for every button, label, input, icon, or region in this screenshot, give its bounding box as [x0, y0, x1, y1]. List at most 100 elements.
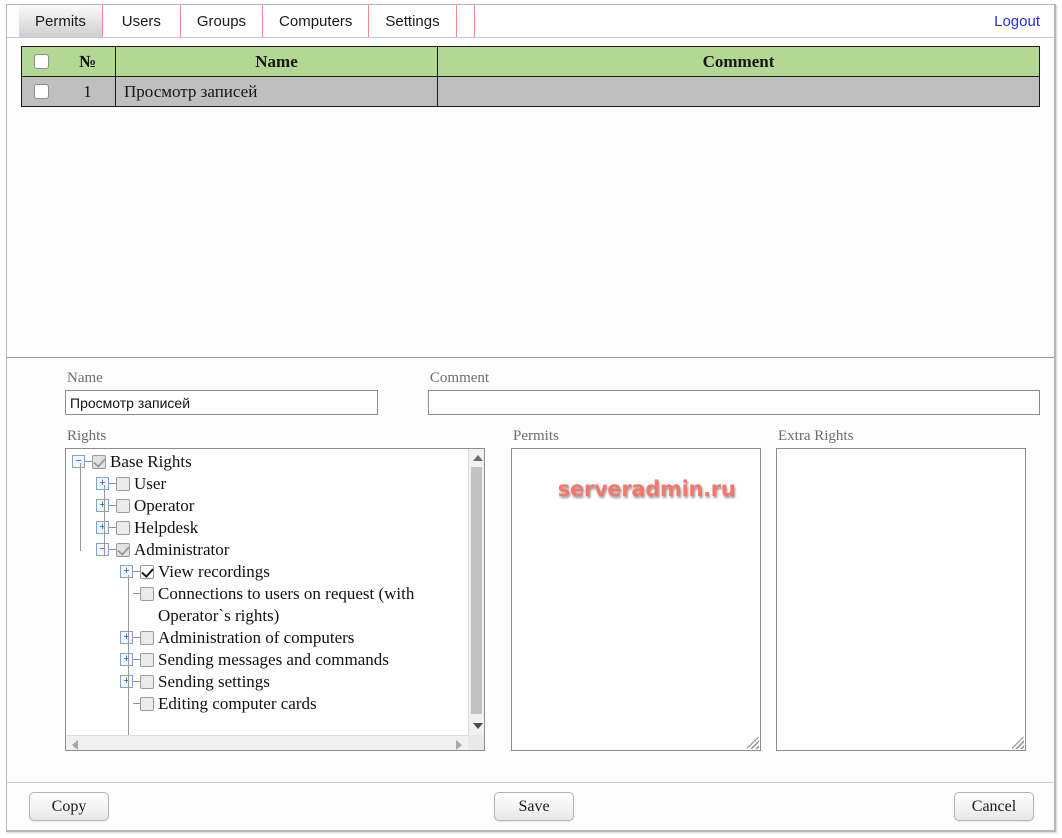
permit-editor-form: Name Comment Rights −Base Rights+User+Op… [7, 358, 1054, 786]
tree-node-checkbox[interactable] [140, 631, 154, 645]
scrollbar-corner [468, 735, 484, 750]
tab-groups-label: Groups [196, 12, 247, 30]
tree-node-label: Sending messages and commands [158, 650, 389, 669]
expand-icon[interactable]: + [96, 477, 109, 490]
tree-connector-icon [133, 637, 140, 638]
tree-connector-icon [133, 571, 140, 572]
watermark-text: serveradmin.ru [557, 477, 736, 501]
tree-node-checkbox[interactable] [140, 653, 154, 667]
tree-connector-icon [85, 461, 92, 462]
tree-node-gutter: − [96, 539, 116, 556]
extra-rights-panel: Extra Rights [776, 428, 1026, 751]
comment-field-label: Comment [429, 370, 490, 386]
tab-groups[interactable]: Groups [180, 5, 264, 37]
permits-panel: Permits serveradmin.ru [511, 428, 761, 751]
scroll-up-arrow-icon[interactable] [473, 455, 483, 461]
tree-node-checkbox[interactable] [116, 543, 130, 557]
extra-rights-resize-grip[interactable] [1012, 737, 1024, 749]
scroll-down-arrow-icon[interactable] [473, 723, 483, 729]
tree-node-checkbox[interactable] [140, 587, 154, 601]
row-cell-num: 1 [21, 76, 116, 107]
tree-node[interactable]: − Administrator [68, 539, 468, 561]
tree-node-gutter: + [120, 671, 140, 688]
permits-list-area: № Name Comment 1 Просмотр записей [7, 38, 1054, 358]
tree-node-gutter: − [72, 451, 92, 468]
tree-node[interactable]: + Helpdesk [68, 517, 468, 539]
tree-vertical-line [104, 485, 105, 555]
tree-leaf-icon [120, 697, 133, 710]
scroll-right-arrow-icon[interactable] [456, 740, 462, 750]
copy-button[interactable]: Copy [29, 792, 109, 821]
select-all-checkbox[interactable] [33, 54, 49, 69]
tab-computers[interactable]: Computers [263, 5, 370, 37]
expand-icon[interactable]: + [120, 565, 133, 578]
save-button[interactable]: Save [494, 792, 574, 821]
tree-node-label: Helpdesk [134, 518, 199, 537]
panels-row: Rights − Base Rights + User + Operator + Helpde… [21, 428, 1040, 751]
rights-tree-vertical-scrollbar[interactable] [468, 449, 484, 735]
tree-node-checkbox[interactable] [140, 697, 154, 711]
tree-node-gutter: + [96, 473, 116, 490]
tree-connector-icon [109, 483, 116, 484]
tree-node[interactable]: + Operator [68, 495, 468, 517]
tree-node-gutter: + [120, 627, 140, 644]
expand-icon[interactable]: + [96, 499, 109, 512]
header-num-label: № [78, 51, 97, 71]
tree-leaf-icon [120, 587, 133, 600]
tab-users[interactable]: Users [102, 5, 181, 37]
row-select-checkbox[interactable] [33, 84, 49, 99]
tree-connector-icon [133, 593, 140, 594]
permits-resize-grip[interactable] [747, 737, 759, 749]
tree-connector-icon [133, 681, 140, 682]
cancel-button[interactable]: Cancel [954, 792, 1034, 821]
header-cell-name: Name [115, 46, 438, 77]
name-field-label: Name [67, 370, 103, 386]
form-fields-row: Name Comment [21, 370, 1040, 415]
tree-node-label: Editing computer cards [158, 694, 317, 713]
extra-rights-panel-label: Extra Rights [778, 428, 854, 444]
expand-icon[interactable]: + [120, 631, 133, 644]
expand-icon[interactable]: + [96, 521, 109, 534]
tree-node[interactable]: − Base Rights [68, 451, 468, 473]
tree-node-checkbox[interactable] [116, 499, 130, 513]
collapse-icon[interactable]: − [72, 455, 85, 468]
logout-link[interactable]: Logout [994, 13, 1040, 30]
tab-bar-filler: Logout [474, 5, 1054, 37]
scroll-left-arrow-icon[interactable] [72, 740, 78, 750]
table-row[interactable]: 1 Просмотр записей [21, 76, 1040, 107]
tree-node-gutter: + [120, 649, 140, 666]
tree-node-checkbox[interactable] [116, 521, 130, 535]
tree-node-label: Administrator [134, 540, 230, 559]
vertical-scroll-thumb[interactable] [471, 467, 482, 714]
permits-panel-label: Permits [513, 428, 559, 444]
tree-connector-icon [109, 527, 116, 528]
table-header-row: № Name Comment [21, 46, 1040, 77]
tree-node[interactable]: + User [68, 473, 468, 495]
tree-node-checkbox[interactable] [116, 477, 130, 491]
header-cell-comment: Comment [437, 46, 1040, 77]
tree-connector-icon [109, 505, 116, 506]
row-cell-name: Просмотр записей [115, 76, 438, 107]
tree-node-checkbox[interactable] [140, 675, 154, 689]
tree-node-label: Connections to users on request (with Op… [158, 584, 415, 625]
rights-tree-horizontal-scrollbar[interactable] [66, 735, 484, 750]
tree-connector-icon [109, 549, 116, 550]
tab-permits[interactable]: Permits [19, 5, 103, 37]
tab-settings[interactable]: Settings [369, 5, 457, 37]
tree-node-gutter [120, 583, 140, 600]
permits-listbox[interactable]: serveradmin.ru [511, 448, 761, 751]
extra-rights-listbox[interactable] [776, 448, 1026, 751]
name-input[interactable] [65, 390, 378, 415]
tree-node-checkbox[interactable] [92, 455, 106, 469]
expand-icon[interactable]: + [120, 675, 133, 688]
comment-input[interactable] [427, 390, 1040, 415]
tree-node-gutter: + [96, 517, 116, 534]
tree-node-gutter [120, 693, 140, 710]
rights-tree[interactable]: − Base Rights + User + Operator + Helpdesk − Admi… [65, 448, 485, 751]
collapse-icon[interactable]: − [96, 543, 109, 556]
row-num-label: 1 [83, 81, 92, 101]
tree-node-checkbox[interactable] [140, 565, 154, 579]
rights-panel: Rights − Base Rights + User + Operator + Helpde… [65, 428, 485, 751]
expand-icon[interactable]: + [120, 653, 133, 666]
footer-toolbar: Copy Save Cancel [7, 782, 1054, 830]
